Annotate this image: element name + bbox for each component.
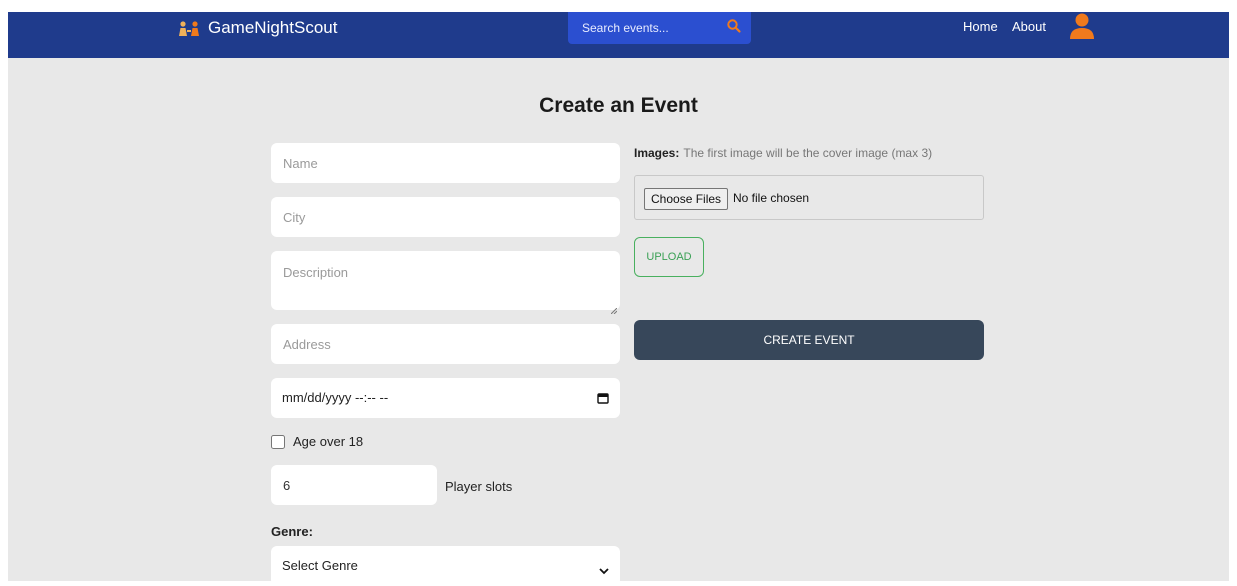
nav-home-link[interactable]: Home: [963, 19, 998, 34]
game-night-icon: [178, 20, 202, 36]
page-content: Create an Event mm/dd/yyyy --:-- -- Age …: [8, 58, 1229, 586]
chevron-down-icon: [599, 562, 609, 575]
address-input[interactable]: [271, 324, 620, 364]
search-bar: [568, 12, 751, 44]
age-over-18-checkbox[interactable]: [271, 434, 285, 449]
choose-files-button[interactable]: Choose Files: [644, 188, 729, 210]
age-over-18-label: Age over 18: [293, 434, 364, 449]
top-navbar: GameNightScout Home About: [8, 12, 1229, 58]
search-input[interactable]: [580, 16, 724, 40]
calendar-icon[interactable]: [597, 391, 609, 404]
player-slots-input[interactable]: [271, 465, 437, 505]
brand-name: GameNightScout: [208, 18, 338, 37]
resize-handle-icon[interactable]: [610, 301, 618, 315]
page-title: Create an Event: [539, 94, 698, 117]
city-input[interactable]: [271, 197, 620, 237]
search-icon[interactable]: [726, 18, 742, 34]
genre-selected-value: Select Genre: [282, 558, 358, 573]
datetime-input[interactable]: mm/dd/yyyy --:-- --: [271, 378, 620, 418]
nav-about-link[interactable]: About: [1012, 19, 1046, 34]
create-event-button[interactable]: CREATE EVENT: [634, 320, 984, 360]
genre-select[interactable]: Select Genre: [271, 546, 620, 586]
genre-label: Genre:: [271, 524, 313, 539]
brand-logo[interactable]: GameNightScout: [178, 15, 337, 41]
player-slots-label: Player slots: [445, 479, 513, 494]
upload-button[interactable]: UPLOAD: [634, 237, 704, 277]
description-textarea[interactable]: [271, 251, 620, 310]
images-hint: Images: The first image will be the cover…: [634, 146, 932, 160]
images-label: Images:: [634, 146, 680, 160]
name-input[interactable]: [271, 143, 620, 183]
user-icon[interactable]: [1069, 13, 1095, 39]
file-status-text: No file chosen: [733, 191, 810, 205]
datetime-placeholder: mm/dd/yyyy --:-- --: [282, 390, 389, 405]
age-over-18-option[interactable]: Age over 18: [271, 434, 363, 449]
images-hint-text: The first image will be the cover image …: [683, 146, 933, 160]
file-picker: Choose Files No file chosen: [634, 175, 984, 220]
